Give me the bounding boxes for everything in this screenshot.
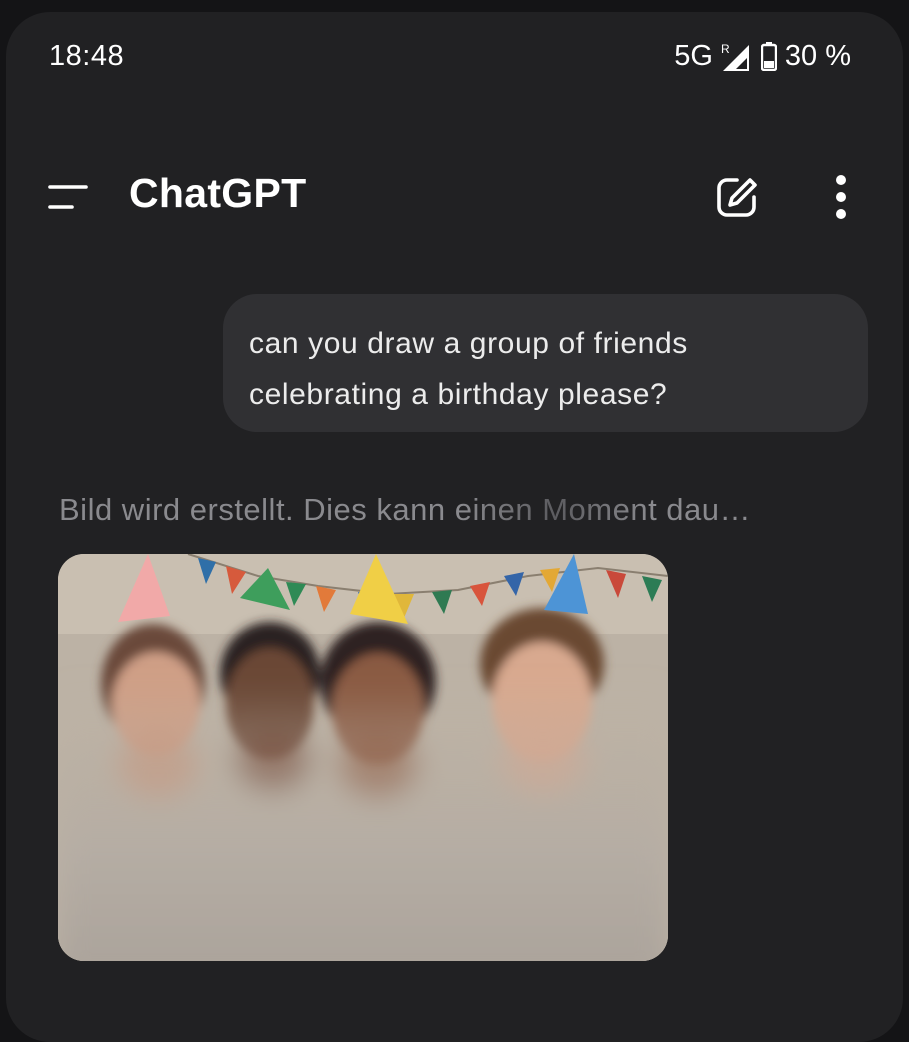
app-screen: 18:48 5G R 30 % ChatGPT can you draw a g… <box>6 12 903 1042</box>
menu-icon[interactable] <box>46 180 90 216</box>
roaming-marker: R <box>721 42 730 56</box>
signal-icon: R <box>721 42 751 72</box>
status-indicators: 5G R 30 % <box>674 40 851 73</box>
generation-status-text: Bild wird erstellt. Dies kann einen Mome… <box>59 492 859 528</box>
app-title: ChatGPT <box>129 170 307 216</box>
app-bar: ChatGPT <box>6 162 903 232</box>
new-chat-edit-icon[interactable] <box>715 175 759 219</box>
status-time: 18:48 <box>49 40 125 72</box>
user-message-line: can you draw a group of friends <box>249 327 688 360</box>
network-type: 5G <box>674 40 713 72</box>
user-message-line: celebrating a birthday please? <box>249 378 668 411</box>
generated-image-preview[interactable] <box>58 554 668 961</box>
battery-level: 30 % <box>784 40 851 72</box>
battery-icon <box>760 42 778 72</box>
more-vert-icon[interactable] <box>832 174 850 220</box>
status-bar: 18:48 5G R 30 % <box>6 12 903 102</box>
user-message-bubble[interactable]: can you draw a group of friends celebrat… <box>223 294 868 432</box>
